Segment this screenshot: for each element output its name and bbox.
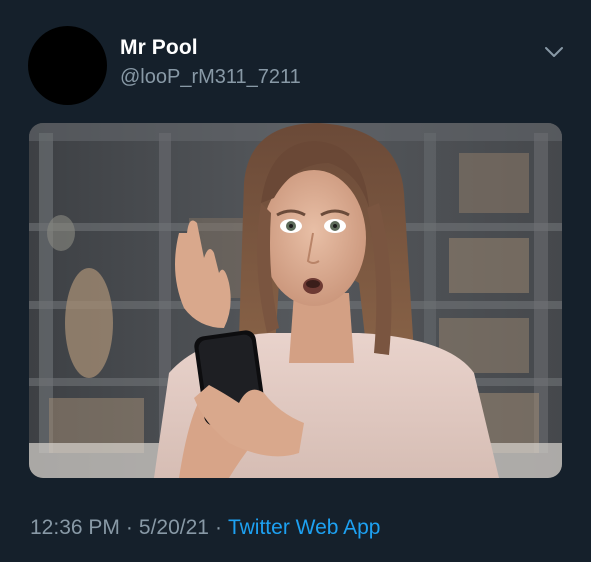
avatar[interactable] [28,26,107,105]
separator: · [125,516,133,539]
chevron-down-icon[interactable] [540,40,568,64]
tweet-time[interactable]: 12:36 PM [30,516,120,539]
user-handle[interactable]: @looP_rM311_7211 [120,66,301,89]
tweet-image[interactable] [29,123,562,478]
separator: · [214,516,222,539]
tweet-date[interactable]: 5/20/21 [139,516,209,539]
tweet-meta: 12:36 PM · 5/20/21 · Twitter Web App [30,516,381,540]
photo-woman-looking-at-phone [29,123,562,478]
tweet-source-link[interactable]: Twitter Web App [228,516,381,539]
tweet-card: Mr Pool @looP_rM311_7211 12:36 PM · 5/20… [0,0,591,562]
display-name[interactable]: Mr Pool [120,36,198,60]
